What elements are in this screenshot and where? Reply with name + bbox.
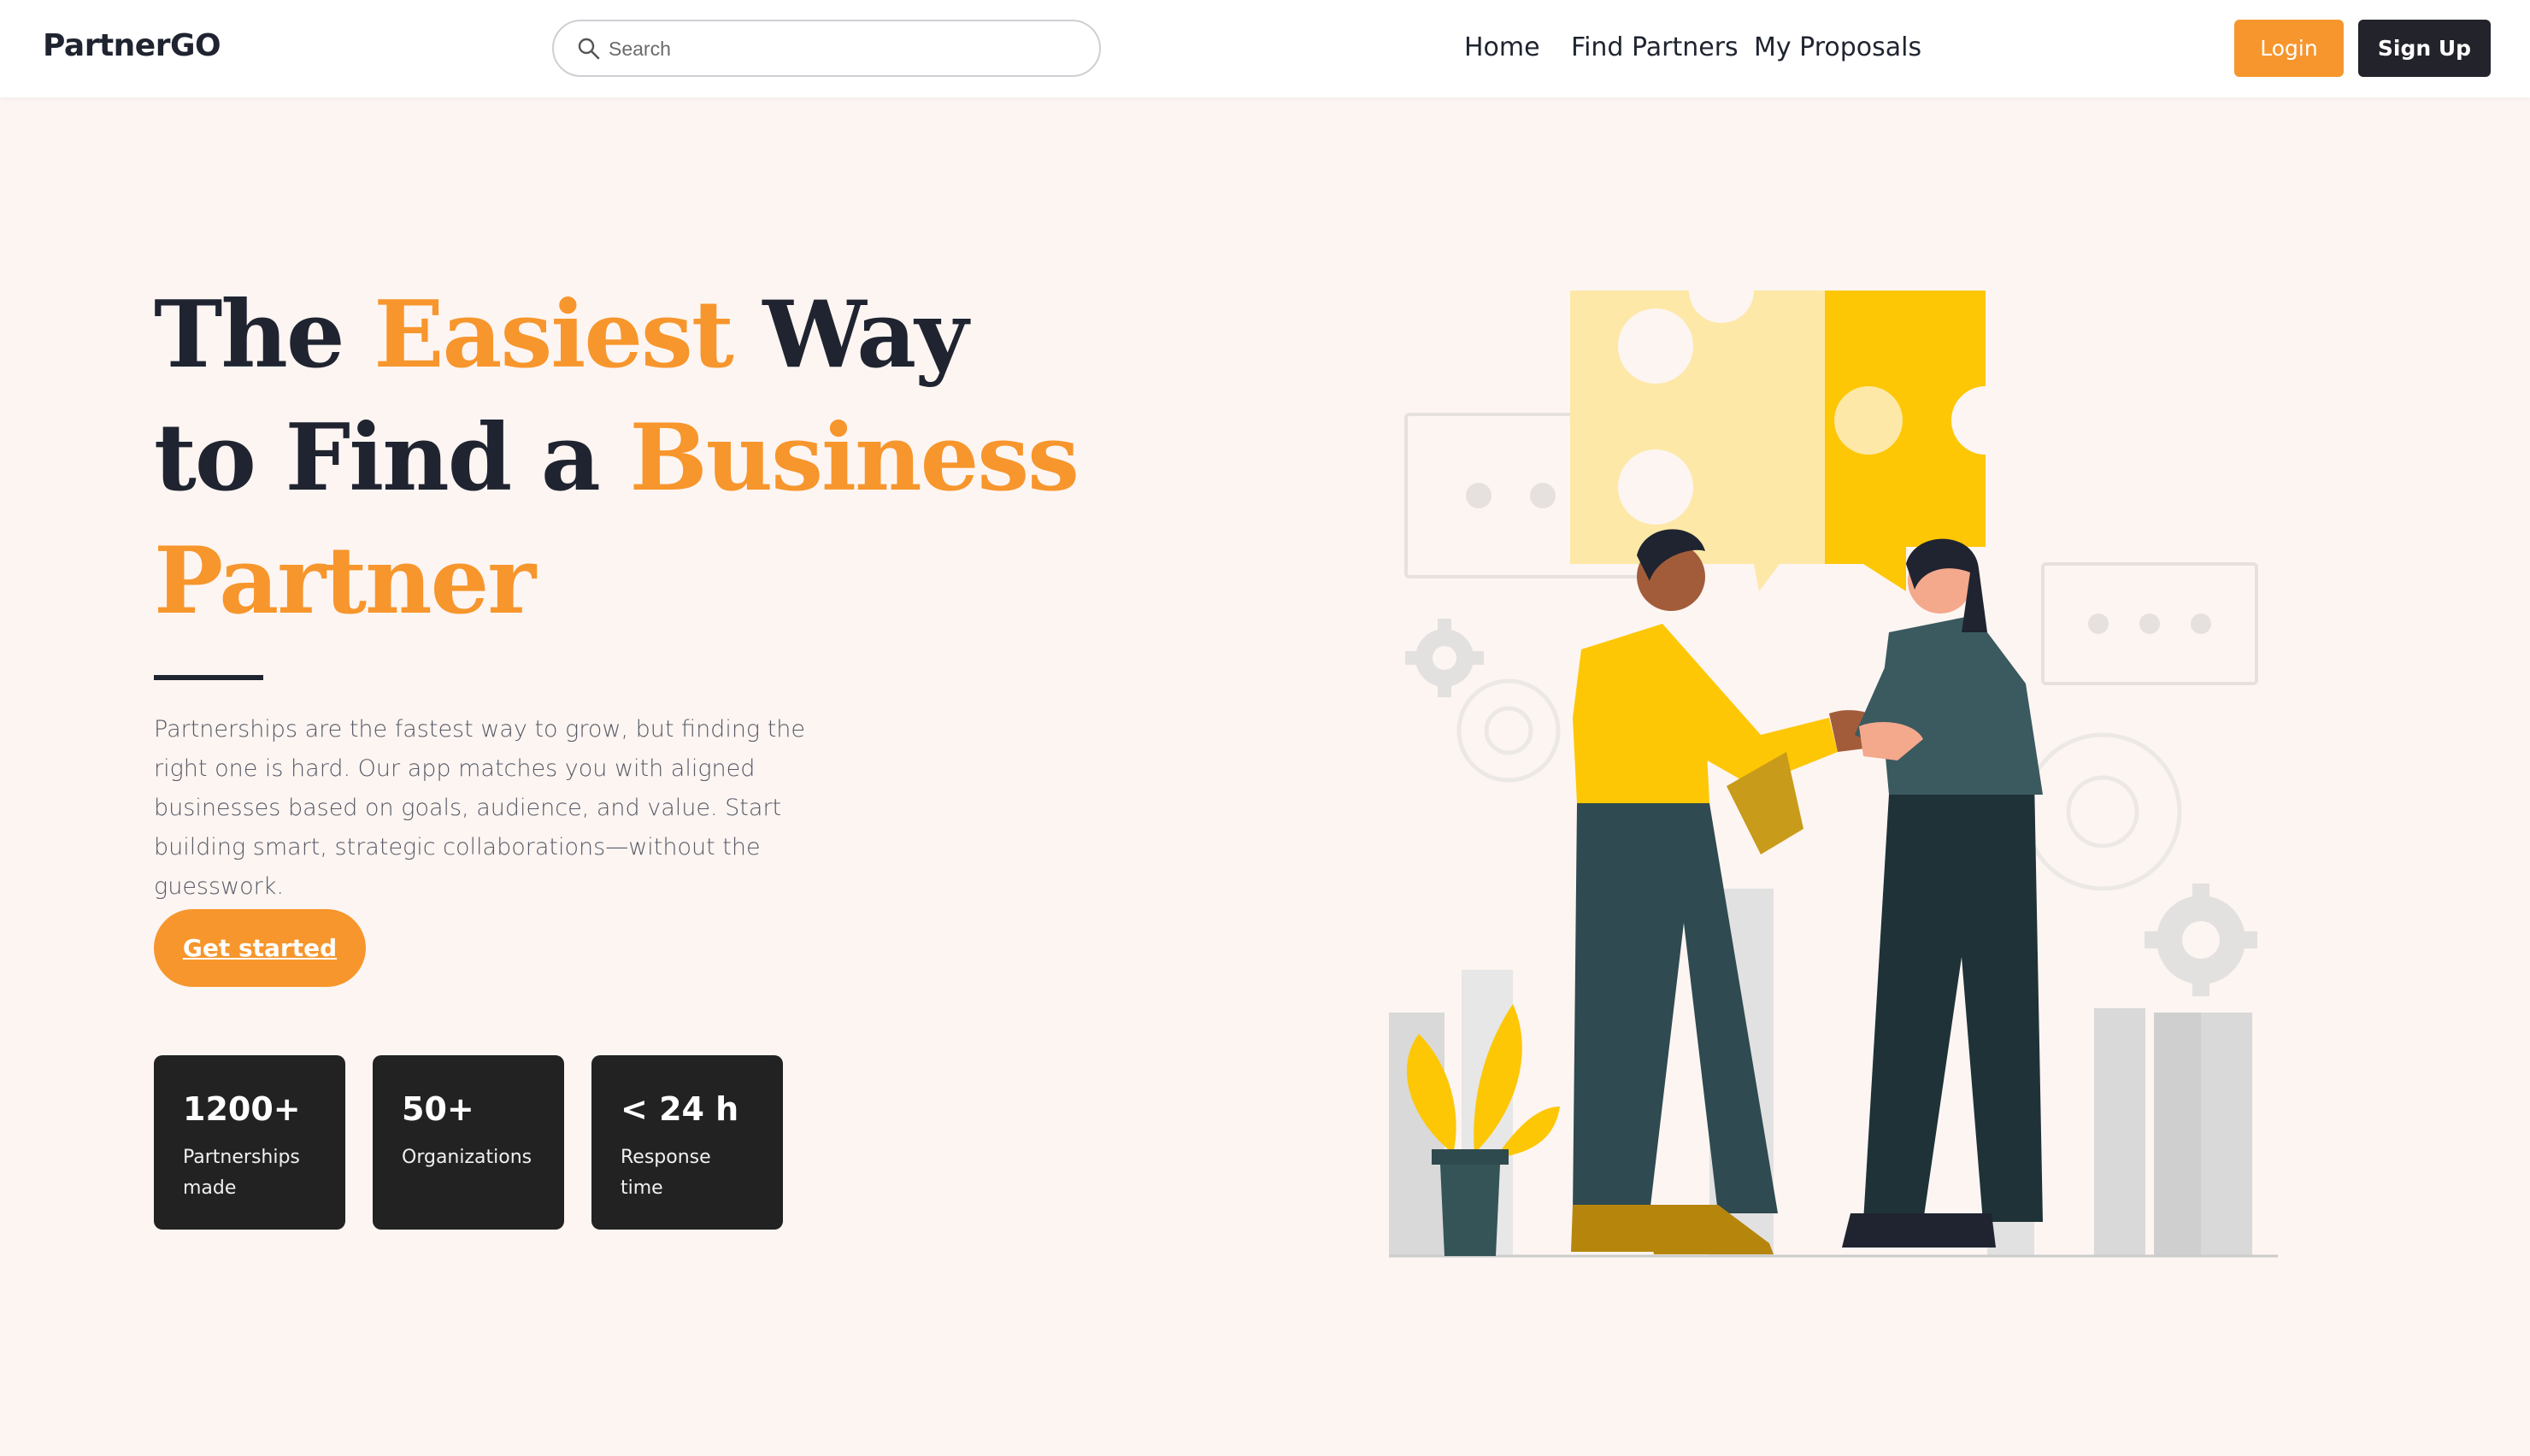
hero-title-word: The xyxy=(154,281,345,389)
signup-button[interactable]: Sign Up xyxy=(2358,20,2491,77)
hero-title-word: to Find a xyxy=(154,404,601,512)
hero-title-accent: Business xyxy=(629,404,1079,512)
stat-card: 50+ Organizations xyxy=(373,1055,564,1230)
hero-title-accent: Easiest xyxy=(374,281,734,389)
gear-icon xyxy=(1456,678,1561,783)
get-started-button[interactable]: Get started xyxy=(154,909,366,987)
brand-logo[interactable]: PartnerGO xyxy=(43,28,221,63)
nav-home[interactable]: Home xyxy=(1464,32,1540,62)
stat-label: Organizations xyxy=(402,1147,532,1168)
hero-title-accent: Partner xyxy=(154,527,536,635)
nav-find-partners[interactable]: Find Partners xyxy=(1571,32,1739,62)
stat-card: < 24 h Response time xyxy=(591,1055,783,1230)
navbar: PartnerGO Home Find Partners My Proposal… xyxy=(0,0,2530,97)
search-bar[interactable] xyxy=(552,20,1101,77)
nav-my-proposals[interactable]: My Proposals xyxy=(1754,32,1921,62)
woman-figure xyxy=(1842,538,2043,1248)
hero-title: The Easiest Way to Find a Business Partn… xyxy=(154,273,1094,643)
stat-number: < 24 h xyxy=(621,1090,739,1128)
search-icon xyxy=(578,38,600,60)
stat-number: 50+ xyxy=(402,1090,474,1128)
stat-card: 1200+ Partnerships made xyxy=(154,1055,345,1230)
title-divider xyxy=(154,675,263,680)
stat-label: Partnerships made xyxy=(183,1147,300,1199)
hero-description: Partnerships are the fastest way to grow… xyxy=(154,716,806,900)
handshake-illustration xyxy=(1389,273,2278,1258)
stat-number: 1200+ xyxy=(183,1090,301,1128)
hero-title-word: Way xyxy=(762,281,968,389)
search-input[interactable] xyxy=(609,30,1070,68)
login-button[interactable]: Login xyxy=(2234,20,2344,77)
gear-icon xyxy=(2023,732,2182,891)
stat-label: Response time xyxy=(621,1147,711,1199)
